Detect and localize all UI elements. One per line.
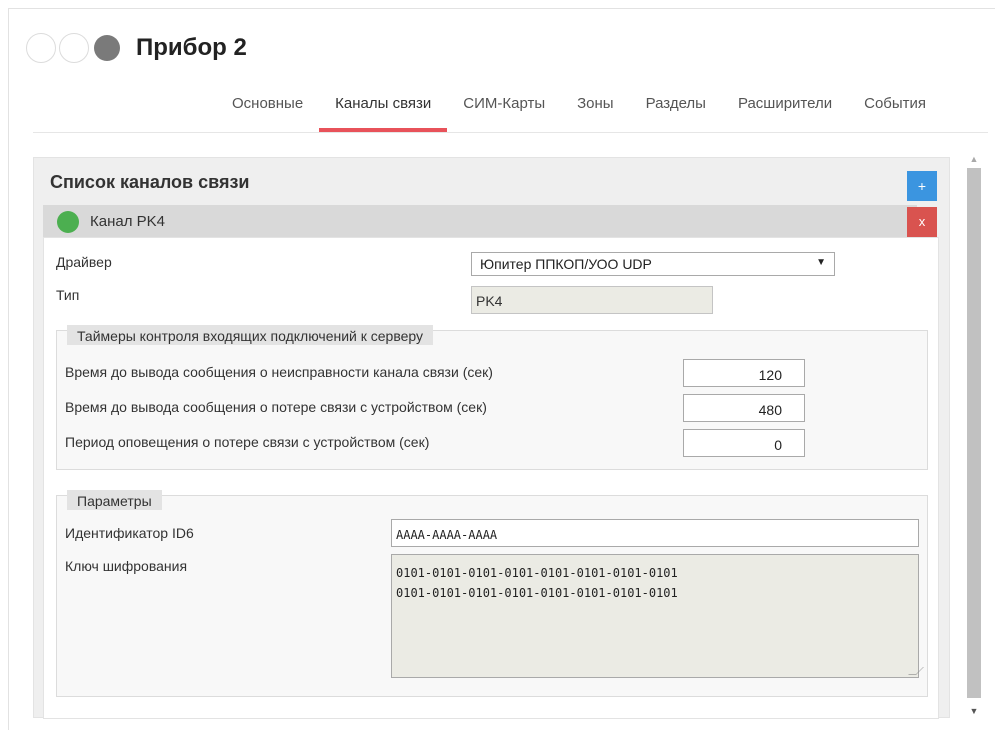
tab-bar: Основные Каналы связи СИМ-Карты Зоны Раз… [216, 92, 942, 132]
tab-zones[interactable]: Зоны [561, 92, 629, 132]
id-label: Идентификатор ID6 [65, 525, 194, 541]
encryption-key-textarea[interactable]: 0101-0101-0101-0101-0101-0101-0101-0101 … [391, 554, 924, 678]
channel-label: Канал PK4 [90, 213, 165, 230]
status-dot-icon [94, 35, 120, 61]
channel-status-icon [57, 211, 79, 233]
tab-sections[interactable]: Разделы [630, 92, 722, 132]
scrollbar-thumb[interactable] [967, 168, 981, 698]
params-legend: Параметры [67, 490, 162, 510]
fault-timeout-input[interactable]: 120 [683, 359, 805, 387]
scroll-up-icon[interactable]: ▲ [966, 152, 982, 166]
tab-channels[interactable]: Каналы связи [319, 92, 448, 132]
device-header: Прибор 2 [26, 30, 247, 66]
timer-label: Время до вывода сообщения о потере связи… [65, 399, 487, 415]
id-input[interactable]: AAAA-AAAA-AAAA [391, 519, 919, 547]
key-label: Ключ шифрования [65, 558, 188, 574]
panel-title: Список каналов связи [50, 172, 250, 192]
key-line: 0101-0101-0101-0101-0101-0101-0101-0101 [396, 566, 678, 580]
delete-channel-button[interactable]: x [907, 207, 937, 237]
add-channel-button[interactable]: + [907, 171, 937, 201]
key-line: 0101-0101-0101-0101-0101-0101-0101-0101 [396, 586, 678, 600]
driver-label: Драйвер [56, 254, 112, 270]
channels-panel: Список каналов связи + Канал PK4 x Драйв… [33, 157, 950, 719]
tab-expanders[interactable]: Расширители [722, 92, 848, 132]
vertical-scrollbar[interactable]: ▲ ▼ [966, 152, 982, 718]
tab-basic[interactable]: Основные [216, 92, 319, 132]
timers-fieldset: Таймеры контроля входящих подключений к … [56, 325, 928, 470]
timers-legend: Таймеры контроля входящих подключений к … [67, 325, 434, 345]
type-label: Тип [56, 287, 80, 303]
notify-period-input[interactable]: 0 [683, 429, 805, 457]
page-title: Прибор 2 [136, 34, 247, 61]
driver-select-value: Юпитер ППКОП/УОО UDP [480, 256, 652, 272]
tabs-divider [33, 132, 988, 133]
loss-timeout-input[interactable]: 480 [683, 394, 805, 422]
scroll-down-icon[interactable]: ▼ [966, 704, 982, 718]
chevron-down-icon: ▼ [816, 257, 826, 268]
status-circle-icon [59, 33, 89, 63]
driver-select[interactable]: Юпитер ППКОП/УОО UDP ▼ [471, 252, 835, 276]
type-field: PK4 [471, 286, 713, 314]
timer-label: Время до вывода сообщения о неисправност… [65, 364, 493, 380]
tab-sim-cards[interactable]: СИМ-Карты [447, 92, 561, 132]
tab-events[interactable]: События [848, 92, 942, 132]
status-circle-icon [26, 33, 56, 63]
timer-label: Период оповещения о потере связи с устро… [65, 434, 430, 450]
channel-header[interactable]: Канал PK4 [43, 205, 917, 237]
